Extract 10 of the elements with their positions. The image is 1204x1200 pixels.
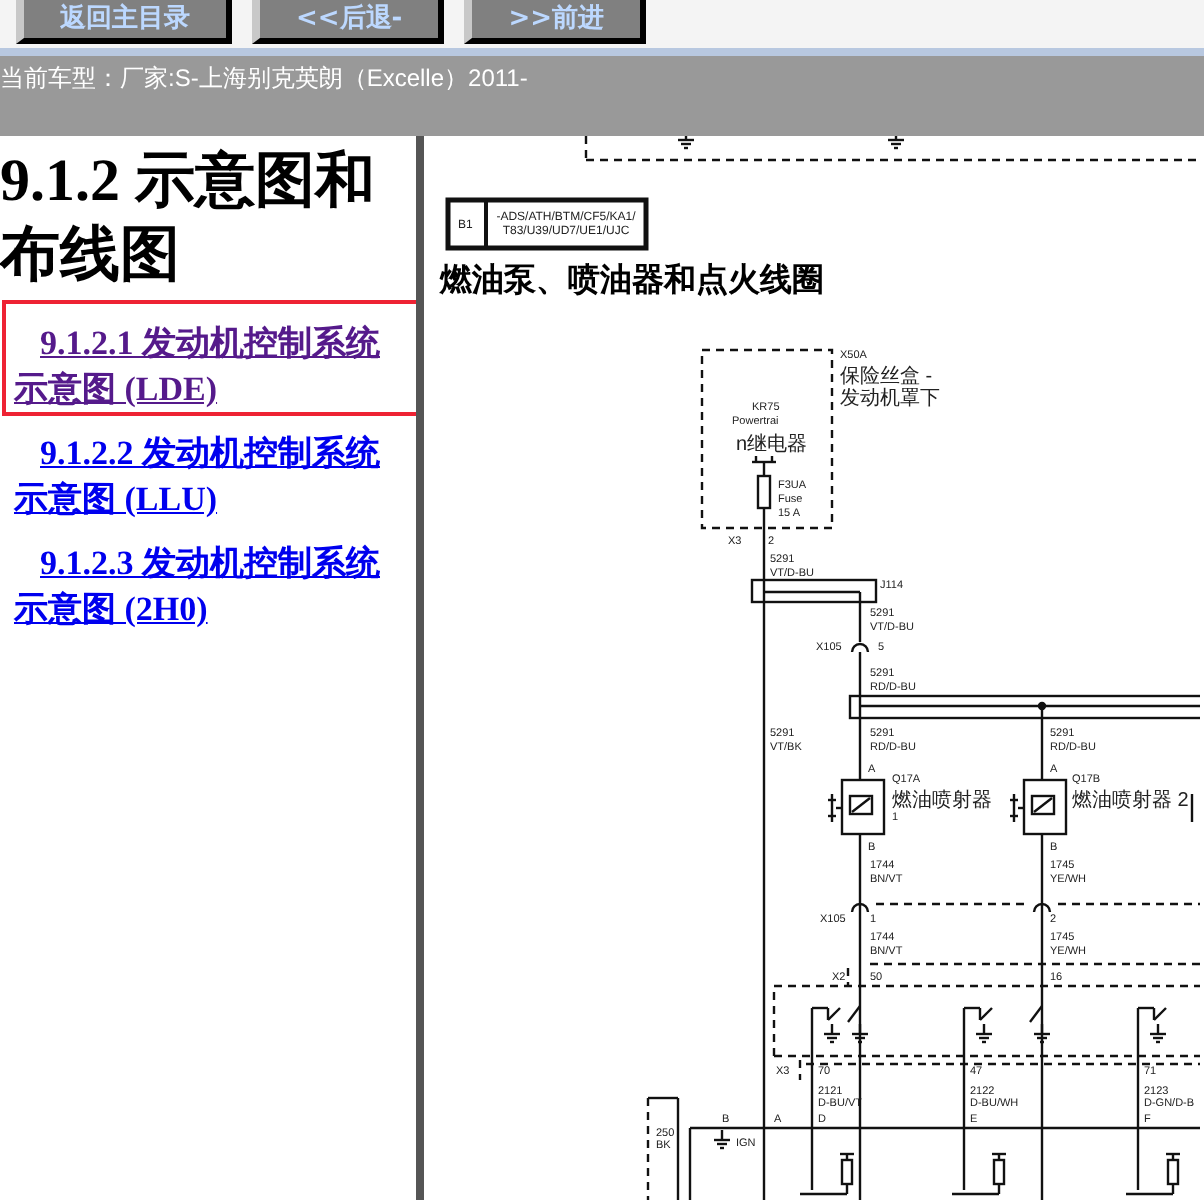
diagram-label: n继电器 [736, 434, 808, 456]
diagram-label: 燃油喷射器 2 [1072, 790, 1189, 812]
section-link[interactable]: 9.1.2.3 发动机控制系统示意图 (2H0) [14, 540, 388, 632]
diagram-label: 发动机罩下 [840, 388, 940, 410]
diagram-label: 保险丝盒 - [840, 366, 933, 388]
section-link[interactable]: 9.1.2.2 发动机控制系统示意图 (LLU) [14, 430, 388, 522]
diagram-label: 燃油喷射器 [892, 790, 992, 812]
model-bar: 当前车型：厂家:S-上海别克英朗（Excelle）2011- [0, 56, 1204, 136]
section-link[interactable]: 9.1.2.1 发动机控制系统示意图 (LDE) [14, 320, 388, 412]
diagram-title: 燃油泵、喷油器和点火线圈 [440, 264, 824, 298]
